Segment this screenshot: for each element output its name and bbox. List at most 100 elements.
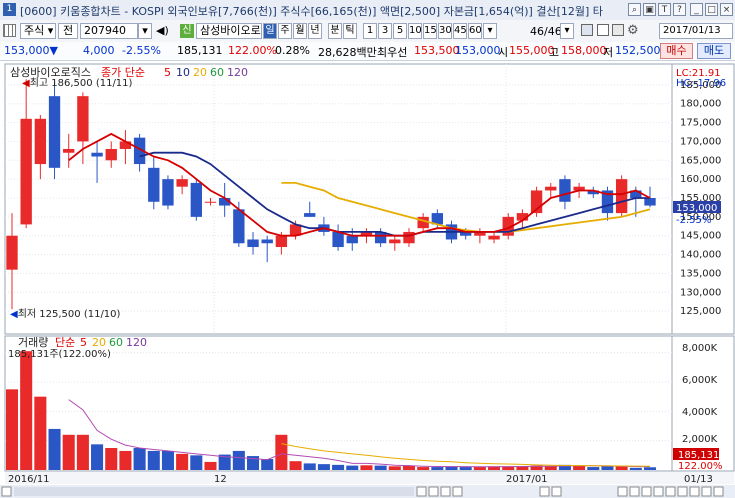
tool-icon-8[interactable] bbox=[701, 486, 712, 497]
scrollbar-track[interactable] bbox=[14, 487, 414, 496]
period-day[interactable]: 일 bbox=[263, 23, 277, 39]
tool-icon-3[interactable] bbox=[641, 486, 652, 497]
best-ask: 153,500 bbox=[414, 44, 460, 57]
scroll-last-button[interactable] bbox=[452, 486, 463, 497]
period-year[interactable]: 년 bbox=[308, 23, 322, 39]
tool-icon-2[interactable] bbox=[629, 486, 640, 497]
minute-30-label: 30 bbox=[439, 25, 452, 36]
prev-label: 전 bbox=[62, 24, 74, 37]
sell-button[interactable]: 매도 bbox=[697, 43, 731, 59]
grid-icon[interactable] bbox=[3, 24, 16, 37]
minute-60[interactable]: 60 bbox=[468, 23, 482, 39]
scroll-first-button[interactable] bbox=[416, 486, 427, 497]
window-title: [0600] 키움종합차트 - KOSPI 외국인보유[7,766(천)] 주식… bbox=[20, 5, 603, 18]
candle-body bbox=[304, 213, 316, 217]
minute-dropdown[interactable]: ▾ bbox=[483, 23, 497, 39]
search-icon[interactable]: ⌕ bbox=[628, 3, 641, 16]
minute-30[interactable]: 30 bbox=[438, 23, 452, 39]
volume-bar bbox=[62, 434, 75, 470]
tool-icon-7[interactable] bbox=[689, 486, 700, 497]
tool-icon-9[interactable] bbox=[713, 486, 724, 497]
last-pct-label: -2.55% bbox=[676, 215, 711, 226]
candle-body bbox=[63, 148, 75, 153]
stock-code: 207940 bbox=[84, 24, 126, 37]
volume-legend-ma20: 20 bbox=[92, 336, 106, 349]
volume-bar bbox=[629, 467, 642, 470]
minute-5[interactable]: 5 bbox=[393, 23, 407, 39]
save-icon[interactable] bbox=[581, 24, 593, 36]
date-input[interactable]: 2017/01/13 bbox=[659, 23, 733, 39]
x-label-12: 12 bbox=[214, 474, 227, 485]
stock-name-field[interactable]: 삼성바이오로 bbox=[196, 23, 262, 39]
stock-name: 삼성바이오로 bbox=[200, 24, 261, 37]
minimize-icon[interactable]: _ bbox=[690, 3, 703, 16]
zoom-out-button[interactable] bbox=[551, 486, 562, 497]
stock-chart[interactable]: 125,000130,000135,000140,000145,000150,0… bbox=[0, 61, 735, 498]
scroll-next-button[interactable] bbox=[440, 486, 451, 497]
help-icon[interactable]: ▣ bbox=[643, 3, 656, 16]
volume-bar bbox=[119, 450, 132, 470]
period-minute[interactable]: 분 bbox=[328, 23, 342, 39]
minute-60-label: 60 bbox=[469, 25, 482, 36]
minute-45[interactable]: 45 bbox=[453, 23, 467, 39]
maximize-icon[interactable]: □ bbox=[705, 3, 718, 16]
candle-body bbox=[346, 235, 358, 244]
minute-45-label: 45 bbox=[454, 25, 467, 36]
x-label-01-13: 01/13 bbox=[684, 474, 713, 485]
tool-icon-6[interactable] bbox=[677, 486, 688, 497]
toolbar: 주식 ▾ 전 207940 ▾ ◀) 신 삼성바이오로 일 주 월 년 분 틱 … bbox=[0, 20, 735, 43]
tool-icon-1[interactable] bbox=[617, 486, 628, 497]
settings-icon[interactable]: ⚙ bbox=[627, 23, 639, 38]
tool-icon-4[interactable] bbox=[653, 486, 664, 497]
speaker-icon[interactable]: ◀) bbox=[156, 24, 169, 37]
zoom-in-button[interactable] bbox=[539, 486, 550, 497]
price-legend-ma60: 60 bbox=[210, 66, 224, 79]
prev-button[interactable]: 전 bbox=[58, 23, 78, 39]
menu-icon[interactable] bbox=[1, 486, 12, 497]
scroll-prev-button[interactable] bbox=[428, 486, 439, 497]
period-minute-label: 분 bbox=[330, 25, 340, 36]
candle-body bbox=[162, 179, 174, 206]
count-dropdown[interactable]: ▾ bbox=[560, 23, 574, 39]
volume-legend-ma5: 5 bbox=[80, 336, 87, 349]
calendar-icon[interactable] bbox=[597, 24, 609, 36]
minute-1[interactable]: 1 bbox=[363, 23, 377, 39]
candle-body bbox=[644, 198, 656, 206]
open-label: 시 bbox=[498, 46, 509, 59]
minute-3-label: 3 bbox=[381, 25, 389, 36]
best-quote-label: 최우선 bbox=[377, 46, 408, 59]
market-select[interactable]: 주식 ▾ bbox=[20, 23, 56, 39]
vol-ytick-8000k: 8,000K bbox=[682, 343, 718, 354]
volume-bar bbox=[133, 448, 146, 470]
low-price: 152,500 bbox=[615, 44, 661, 57]
minute-3[interactable]: 3 bbox=[378, 23, 392, 39]
last-volume-label: 185,131 bbox=[678, 450, 719, 461]
period-tick[interactable]: 틱 bbox=[343, 23, 357, 39]
candle-body bbox=[20, 118, 32, 225]
tool-icon-5[interactable] bbox=[665, 486, 676, 497]
badge-label: 신 bbox=[182, 25, 192, 36]
candle-body bbox=[233, 209, 245, 244]
price-ytick: 135,000 bbox=[680, 268, 721, 279]
quote-bar: 153,000▼ 4,000 -2.55% 185,131 122.00% 0.… bbox=[0, 42, 735, 61]
save-disk-icon[interactable] bbox=[612, 24, 624, 36]
volume-bar bbox=[346, 465, 359, 470]
buy-button[interactable]: 매수 bbox=[660, 43, 693, 59]
price-ytick: 130,000 bbox=[680, 287, 721, 298]
candle-body bbox=[204, 201, 217, 203]
code-dropdown-button[interactable]: ▾ bbox=[138, 23, 152, 39]
candle-body bbox=[275, 235, 288, 248]
candle-body bbox=[559, 179, 571, 202]
period-month[interactable]: 월 bbox=[293, 23, 307, 39]
minute-10[interactable]: 10 bbox=[408, 23, 422, 39]
period-week[interactable]: 주 bbox=[278, 23, 292, 39]
candle-body bbox=[105, 148, 117, 161]
candle-body bbox=[77, 96, 89, 142]
stock-code-input[interactable]: 207940 bbox=[80, 23, 138, 39]
question-icon[interactable]: ? bbox=[673, 3, 686, 16]
text-size-icon[interactable]: T bbox=[658, 3, 671, 16]
close-icon[interactable]: × bbox=[720, 3, 733, 16]
volume-value: 185,131 bbox=[177, 44, 223, 57]
candle-body bbox=[261, 239, 273, 244]
minute-15[interactable]: 15 bbox=[423, 23, 437, 39]
